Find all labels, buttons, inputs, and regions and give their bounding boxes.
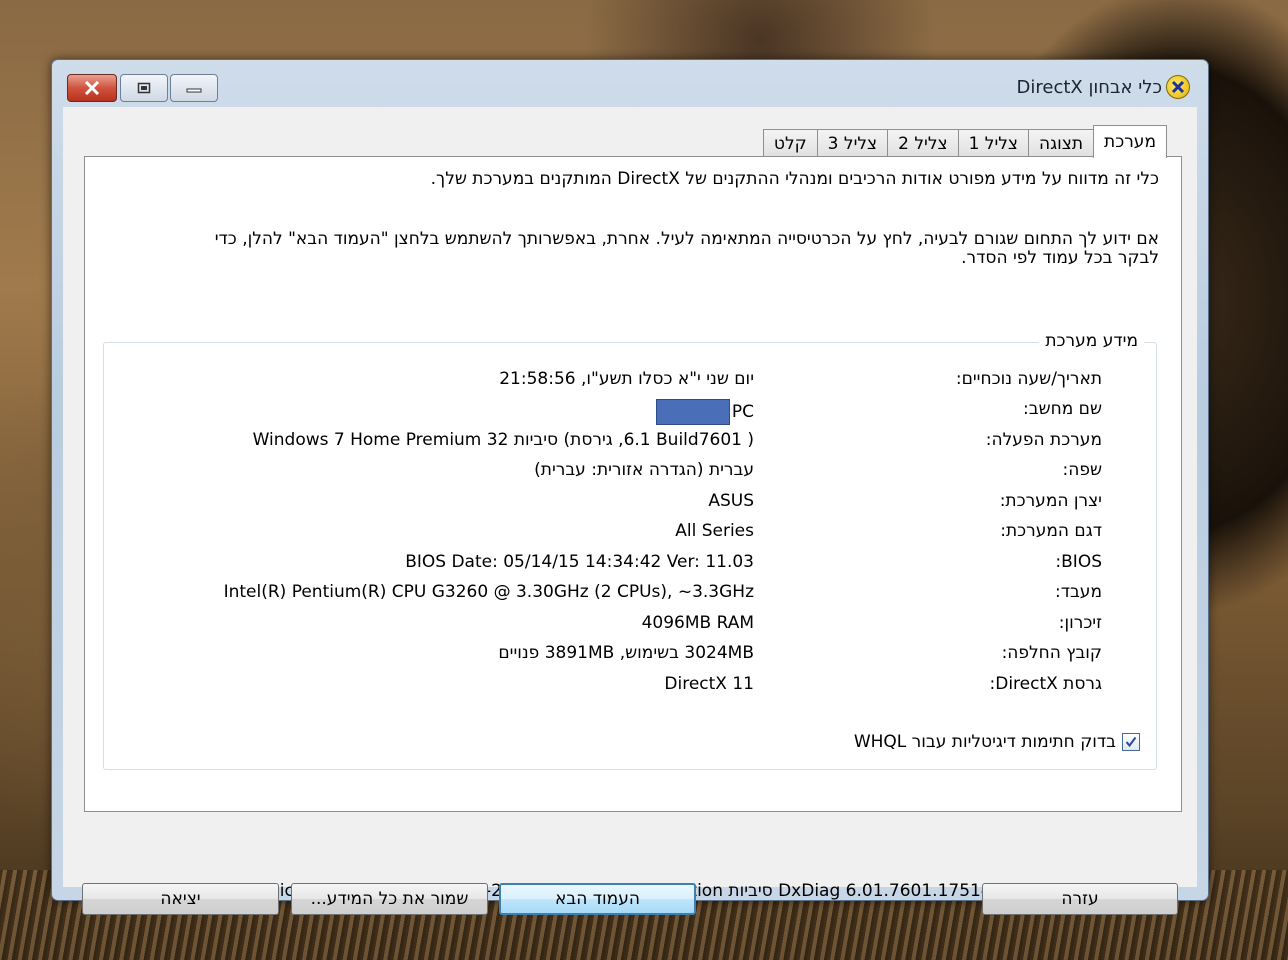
whql-checkbox[interactable]	[1122, 733, 1140, 751]
next-page-button[interactable]: העמוד הבא	[499, 883, 696, 915]
info-row-memory: זיכרון: 4096MB RAM	[104, 613, 1156, 637]
info-value: Intel(R) Pentium(R) CPU G3260 @ 3.30GHz …	[223, 582, 754, 602]
info-row-datetime: תאריך/שעה נוכחיים: יום שני י"א כסלו תשע"…	[104, 369, 1156, 393]
intro-text-1: כלי זה מדווח על מידע מפורט אודות הרכיבים…	[430, 169, 1159, 189]
info-key: BIOS:	[1055, 552, 1102, 572]
info-key: גרסת DirectX:	[989, 674, 1103, 694]
info-row-processor: מעבד: Intel(R) Pentium(R) CPU G3260 @ 3.…	[104, 582, 1156, 606]
info-key: יצרן המערכת:	[999, 491, 1102, 511]
tab-sound-3[interactable]: צליל 3	[816, 129, 889, 157]
whql-check-option[interactable]: בדוק חתימות דיגיטליות עבור WHQL	[854, 732, 1140, 752]
info-value: DirectX 11	[664, 674, 754, 694]
close-button[interactable]	[67, 74, 117, 102]
info-value: ASUS	[708, 491, 754, 511]
info-key: זיכרון:	[1058, 613, 1102, 633]
tab-sound-2[interactable]: צליל 2	[887, 129, 959, 157]
info-value: BIOS Date: 05/14/15 14:34:42 Ver: 11.03	[405, 552, 754, 572]
maximize-button[interactable]	[120, 74, 168, 102]
info-value: Windows 7 Home Premium 32 סיביות (6.1, ג…	[252, 430, 754, 450]
info-key: שם מחשב:	[1023, 399, 1102, 419]
tab-system[interactable]: מערכת	[1093, 125, 1167, 158]
tab-display[interactable]: תצוגה	[1028, 129, 1095, 157]
help-button[interactable]: עזרה	[982, 883, 1178, 915]
checkmark-icon	[1125, 736, 1137, 748]
info-row-model: דגם המערכת: All Series	[104, 521, 1156, 545]
system-tab-panel: כלי זה מדווח על מידע מפורט אודות הרכיבים…	[84, 156, 1182, 901]
info-key: קובץ החלפה:	[1001, 643, 1102, 663]
info-row-os: מערכת הפעלה: Windows 7 Home Premium 32 ס…	[104, 430, 1156, 454]
system-info-group: מידע מערכת תאריך/שעה נוכחיים: יום שני י"…	[103, 331, 1157, 770]
info-key: מעבד:	[1054, 582, 1102, 602]
exit-button[interactable]: יציאה	[82, 883, 279, 915]
info-value: PC	[655, 399, 754, 425]
info-value: 3024MB בשימוש, 3891MB פנויים	[498, 643, 754, 663]
info-row-manufacturer: יצרן המערכת: ASUS	[104, 491, 1156, 515]
group-label: מידע מערכת	[1039, 331, 1144, 351]
info-value: יום שני י"א כסלו תשע"ו, 21:58:56	[499, 369, 754, 389]
info-value: All Series	[675, 521, 754, 541]
info-key: דגם המערכת:	[1000, 521, 1102, 541]
redacted-block	[655, 399, 730, 425]
directx-app-icon	[1166, 75, 1190, 99]
info-key: תאריך/שעה נוכחיים:	[955, 369, 1102, 389]
tab-sound-1[interactable]: צליל 1	[957, 129, 1030, 157]
info-value: עברית (הגדרה אזורית: עברית)	[534, 460, 754, 480]
info-value: 4096MB RAM	[641, 613, 754, 633]
computer-name-prefix: PC	[731, 402, 754, 422]
info-row-page-file: קובץ החלפה: 3024MB בשימוש, 3891MB פנויים	[104, 643, 1156, 667]
whql-label: בדוק חתימות דיגיטליות עבור WHQL	[853, 732, 1116, 752]
close-icon	[84, 81, 100, 95]
save-all-info-button[interactable]: שמור את כל המידע...	[291, 883, 488, 915]
intro-text-3: לבקר בכל עמוד לפי הסדר.	[961, 248, 1159, 268]
minimize-button[interactable]	[170, 74, 218, 102]
info-key: שפה:	[1062, 460, 1103, 480]
intro-text-2: אם ידוע לך התחום שגורם לבעיה, לחץ על הכר…	[214, 229, 1159, 249]
dxdiag-window: כלי אבחון DirectX מערכת תצוגה צליל 1 צלי…	[51, 59, 1209, 915]
info-row-directx-version: גרסת DirectX: DirectX 11	[104, 674, 1156, 698]
info-row-computer-name: שם מחשב: PC	[104, 399, 1156, 425]
minimize-icon	[186, 88, 202, 93]
restore-icon	[137, 82, 151, 94]
info-row-language: שפה: עברית (הגדרה אזורית: עברית)	[104, 460, 1156, 484]
tab-input[interactable]: קלט	[762, 129, 818, 157]
tab-strip: מערכת תצוגה צליל 1 צליל 2 צליל 3 קלט	[762, 125, 1167, 158]
client-area: מערכת תצוגה צליל 1 צליל 2 צליל 3 קלט כלי…	[63, 107, 1197, 915]
info-row-bios: BIOS: BIOS Date: 05/14/15 14:34:42 Ver: …	[104, 552, 1156, 576]
info-key: מערכת הפעלה:	[985, 430, 1102, 450]
window-title: כלי אבחון DirectX	[1016, 77, 1162, 98]
